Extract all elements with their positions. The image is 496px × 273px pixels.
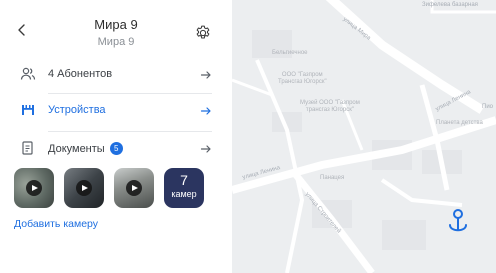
address-panel: Мира 9 Мира 9 4 Абонентов Устройства Док…	[0, 0, 232, 273]
camera-count-label: камер	[171, 189, 197, 199]
play-icon	[26, 180, 42, 196]
arrow-right-icon	[200, 104, 212, 116]
play-icon	[76, 180, 92, 196]
turnstile-icon	[20, 102, 36, 118]
menu-item-label: Устройства	[48, 104, 106, 116]
settings-button[interactable]	[194, 24, 212, 42]
users-icon	[20, 66, 36, 82]
map-poi: ООО "Газпром Трансгаз Югорск"	[278, 72, 327, 85]
map-poi: Панацея	[320, 175, 345, 181]
camera-count: 7	[180, 172, 188, 188]
menu-item-documents[interactable]: Документы 5	[20, 133, 212, 163]
document-icon	[20, 140, 36, 156]
map-poi: Планета детства	[436, 120, 483, 126]
panel-header: Мира 9 Мира 9	[0, 0, 232, 56]
map-poi: Музей ООО "Газпром трансгаз Югорск"	[300, 100, 360, 113]
camera-thumb[interactable]	[64, 168, 104, 208]
add-camera-link[interactable]: Добавить камеру	[14, 218, 98, 230]
camera-thumb[interactable]	[14, 168, 54, 208]
divider	[48, 131, 212, 132]
more-cameras-button[interactable]: 7 камер	[164, 168, 204, 208]
location-pin-icon[interactable]	[446, 208, 470, 238]
map-poi: Бельгиечное	[272, 50, 308, 56]
camera-thumb[interactable]	[114, 168, 154, 208]
arrow-right-icon	[200, 142, 212, 154]
gear-icon	[194, 25, 212, 46]
menu-item-label: 4 Абонентов	[48, 68, 113, 80]
map-view[interactable]: Зифелева базарная улица Мира улица Ленин…	[232, 0, 496, 273]
arrow-right-icon	[200, 68, 212, 80]
camera-strip: 7 камер	[14, 168, 204, 214]
road-label-pio: Пио	[482, 104, 494, 110]
count-badge: 5	[109, 141, 123, 155]
menu-item-devices[interactable]: Устройства	[20, 95, 212, 125]
map-label-top: Зифелева базарная	[422, 2, 478, 8]
divider	[48, 93, 212, 94]
play-icon	[126, 180, 142, 196]
menu-item-subscribers[interactable]: 4 Абонентов	[20, 59, 212, 89]
menu-item-label: Документы 5	[48, 141, 194, 155]
